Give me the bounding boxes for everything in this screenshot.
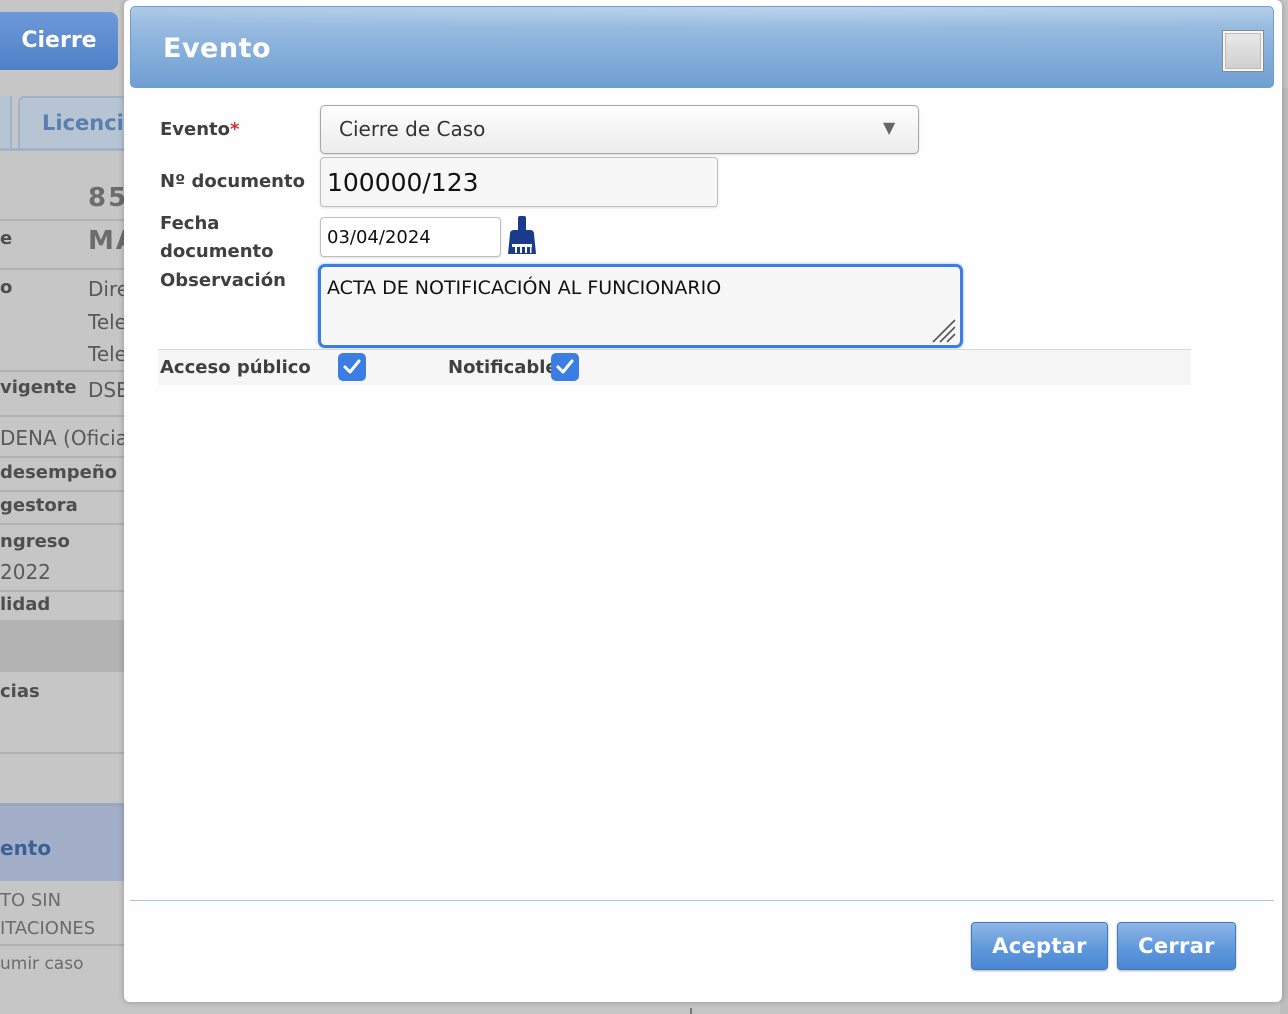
divider xyxy=(0,268,124,270)
divider xyxy=(0,752,124,754)
bg-link-asumir-caso[interactable]: umir caso xyxy=(0,954,83,974)
footer-divider xyxy=(130,900,1274,901)
bg-label-desempeno: desempeño xyxy=(0,462,118,483)
tab-licencias[interactable]: Licencias xyxy=(18,96,128,148)
acceso-publico-checkbox[interactable] xyxy=(338,353,366,381)
evento-select[interactable]: Cierre de Caso ▼ xyxy=(320,105,919,154)
bg-value: DSE xyxy=(88,378,129,402)
evento-dialog: Evento Evento* Cierre de Caso ▼ Nº docum… xyxy=(124,0,1282,1002)
notificable-checkbox[interactable] xyxy=(551,353,579,381)
checkmark-icon xyxy=(343,359,361,374)
bg-value-number: 85 xyxy=(88,183,129,213)
bg-text-sin: TO SIN xyxy=(0,890,62,911)
divider xyxy=(0,370,124,372)
aceptar-button[interactable]: Aceptar xyxy=(971,922,1108,970)
bg-label-cias: cias xyxy=(0,681,40,702)
bg-label: e xyxy=(0,228,13,249)
fecha-input[interactable] xyxy=(320,217,501,257)
bg-value-year: 2022 xyxy=(0,560,51,584)
bg-label-gestora: gestora xyxy=(0,495,78,516)
notificable-label: Notificable xyxy=(448,357,558,378)
cerrar-button[interactable]: Cerrar xyxy=(1117,922,1236,970)
divider xyxy=(0,219,124,221)
dialog-header[interactable]: Evento xyxy=(130,6,1274,88)
observacion-textarea[interactable]: ACTA DE NOTIFICACIÓN AL FUNCIONARIO xyxy=(318,264,963,348)
observacion-label: Observación xyxy=(160,270,286,291)
bg-label-lidad: lidad xyxy=(0,594,51,615)
acceso-publico-label: Acceso público xyxy=(160,357,311,378)
divider xyxy=(0,415,124,417)
divider xyxy=(0,490,124,492)
bg-value: Tele xyxy=(88,342,127,366)
bg-label-vigente: vigente xyxy=(0,377,77,398)
bg-label-ingreso: ngreso xyxy=(0,531,70,552)
tab-underline xyxy=(0,148,124,151)
documento-label: Nº documento xyxy=(160,171,305,192)
required-mark: * xyxy=(230,119,240,140)
bg-value-oficial: DENA (Oficial xyxy=(0,426,134,450)
fecha-label-line1: Fecha xyxy=(160,213,220,234)
bg-text-limitaciones: ITACIONES xyxy=(0,918,96,939)
dialog-title: Evento xyxy=(163,33,272,64)
triangle-down-icon: ▼ xyxy=(883,118,896,137)
bg-evento-label: ento xyxy=(0,836,52,860)
fecha-label-line2: documento xyxy=(160,241,274,262)
broom-icon[interactable] xyxy=(504,214,540,256)
square-close-icon[interactable] xyxy=(1223,31,1263,71)
divider xyxy=(0,456,124,458)
divider xyxy=(0,590,124,592)
checkbox-row: Acceso público Notificable xyxy=(158,349,1191,385)
tab-edge[interactable] xyxy=(0,96,12,148)
bg-value: Dire xyxy=(88,277,130,301)
checkmark-icon xyxy=(556,359,574,374)
bottom-marker xyxy=(690,1008,692,1014)
cierre-button[interactable]: Cierre xyxy=(0,12,118,70)
bg-band xyxy=(0,620,124,672)
bg-label: o xyxy=(0,277,13,298)
bg-value: Tele xyxy=(88,310,127,334)
evento-label: Evento* xyxy=(160,119,240,140)
evento-selected-value: Cierre de Caso xyxy=(339,117,486,141)
documento-input[interactable] xyxy=(320,157,718,207)
divider xyxy=(0,944,124,946)
divider xyxy=(0,523,124,525)
